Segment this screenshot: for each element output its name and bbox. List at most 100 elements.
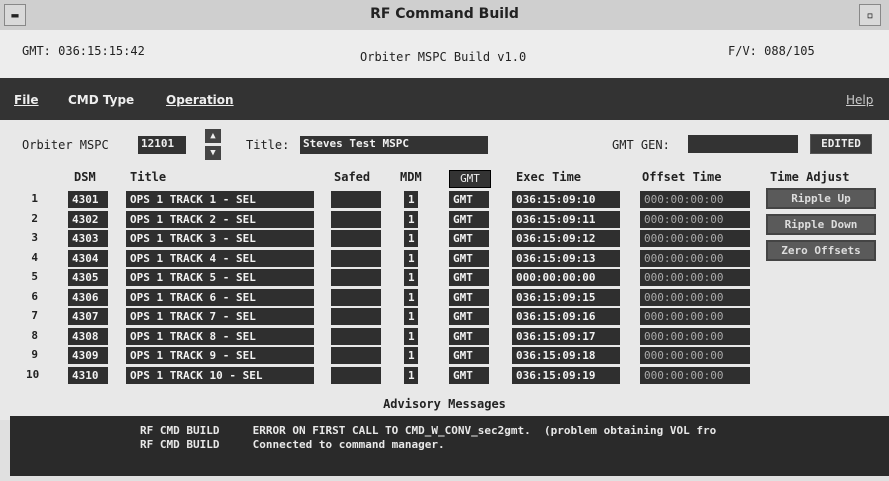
- offset-time-field[interactable]: 000:00:00:00: [640, 366, 750, 384]
- row-number: 10: [26, 367, 40, 381]
- gmt-button[interactable]: GMT: [449, 230, 489, 247]
- title-field[interactable]: OPS 1 TRACK 6 - SEL: [126, 288, 314, 306]
- flight-version: F/V: 088/105: [728, 44, 815, 58]
- menu-help[interactable]: Help: [846, 93, 873, 107]
- offset-time-field[interactable]: 000:00:00:00: [640, 347, 750, 364]
- menu-cmd-type[interactable]: CMD Type: [68, 93, 134, 107]
- zero-offsets-button[interactable]: Zero Offsets: [766, 240, 876, 261]
- gmt-button[interactable]: GMT: [449, 347, 489, 364]
- safed-field[interactable]: [331, 366, 381, 384]
- offset-time-field[interactable]: 000:00:00:00: [640, 288, 750, 306]
- title-field[interactable]: OPS 1 TRACK 1 - SEL: [126, 191, 314, 208]
- title-field[interactable]: OPS 1 TRACK 7 - SEL: [126, 308, 314, 325]
- dsm-field[interactable]: 4309: [68, 347, 108, 364]
- mdm-field[interactable]: 1: [404, 327, 418, 345]
- mdm-field[interactable]: 1: [404, 308, 418, 325]
- mdm-field[interactable]: 1: [404, 230, 418, 247]
- mdm-field[interactable]: 1: [404, 210, 418, 228]
- dsm-field[interactable]: 4307: [68, 308, 108, 325]
- exec-time-field[interactable]: 036:15:09:11: [512, 210, 620, 228]
- gmt-button[interactable]: GMT: [449, 308, 489, 325]
- table-row: 10 4310 OPS 1 TRACK 10 - SEL 1 GMT 036:15:09:…: [0, 366, 889, 386]
- safed-field[interactable]: [331, 230, 381, 247]
- dsm-field[interactable]: 4305: [68, 269, 108, 286]
- safed-field[interactable]: [331, 347, 381, 364]
- exec-time-field[interactable]: 036:15:09:10: [512, 191, 620, 208]
- dsm-field[interactable]: 4310: [68, 366, 108, 384]
- menu-file[interactable]: File: [14, 93, 39, 107]
- increment-up-button[interactable]: ▲: [205, 129, 221, 143]
- dsm-field[interactable]: 4306: [68, 288, 108, 306]
- title-field[interactable]: Steves Test MSPC: [300, 136, 488, 154]
- mdm-field[interactable]: 1: [404, 347, 418, 364]
- title-label: Title:: [246, 138, 290, 152]
- offset-time-field[interactable]: 000:00:00:00: [640, 249, 750, 267]
- title-bar[interactable]: ▬ RF Command Build ▫: [0, 0, 889, 31]
- gmt-button[interactable]: GMT: [449, 191, 489, 208]
- advisory-title: Advisory Messages: [383, 397, 506, 411]
- gmt-gen-field[interactable]: [688, 135, 798, 153]
- col-title-header: Title: [130, 170, 167, 184]
- exec-time-field[interactable]: 000:00:00:00: [512, 269, 620, 286]
- offset-time-field[interactable]: 000:00:00:00: [640, 191, 750, 208]
- row-number: 1: [31, 192, 38, 205]
- ripple-down-button[interactable]: Ripple Down: [766, 214, 876, 235]
- exec-time-field[interactable]: 036:15:09:19: [512, 366, 620, 384]
- gmt-button[interactable]: GMT: [449, 210, 489, 228]
- orbiter-mspc-field[interactable]: 12101: [138, 136, 186, 154]
- exec-time-field[interactable]: 036:15:09:15: [512, 288, 620, 306]
- menu-operation[interactable]: Operation: [166, 93, 234, 107]
- row-number: 5: [31, 270, 38, 283]
- col-gmt-header-button[interactable]: GMT: [449, 170, 491, 188]
- offset-time-field[interactable]: 000:00:00:00: [640, 269, 750, 286]
- row-number: 3: [31, 231, 38, 244]
- exec-time-field[interactable]: 036:15:09:17: [512, 327, 620, 345]
- title-field[interactable]: OPS 1 TRACK 10 - SEL: [126, 366, 314, 384]
- title-field[interactable]: OPS 1 TRACK 9 - SEL: [126, 347, 314, 364]
- dsm-field[interactable]: 4301: [68, 191, 108, 208]
- title-field[interactable]: OPS 1 TRACK 2 - SEL: [126, 210, 314, 228]
- arrow-up-icon: ▲: [210, 131, 216, 141]
- mdm-field[interactable]: 1: [404, 191, 418, 208]
- safed-field[interactable]: [331, 269, 381, 286]
- dsm-field[interactable]: 4303: [68, 230, 108, 247]
- gmt-button[interactable]: GMT: [449, 366, 489, 384]
- window-maximize-button[interactable]: ▫: [859, 4, 881, 26]
- increment-down-button[interactable]: ▼: [205, 146, 221, 160]
- dsm-field[interactable]: 4304: [68, 249, 108, 267]
- offset-time-field[interactable]: 000:00:00:00: [640, 308, 750, 325]
- mdm-field[interactable]: 1: [404, 366, 418, 384]
- title-field[interactable]: OPS 1 TRACK 5 - SEL: [126, 269, 314, 286]
- title-field[interactable]: OPS 1 TRACK 4 - SEL: [126, 249, 314, 267]
- mdm-field[interactable]: 1: [404, 288, 418, 306]
- safed-field[interactable]: [331, 308, 381, 325]
- dsm-field[interactable]: 4302: [68, 210, 108, 228]
- advisory-message-area[interactable]: RF CMD BUILD ERROR ON FIRST CALL TO CMD_…: [10, 416, 889, 476]
- offset-time-field[interactable]: 000:00:00:00: [640, 230, 750, 247]
- gmt-button[interactable]: GMT: [449, 288, 489, 306]
- safed-field[interactable]: [331, 288, 381, 306]
- safed-field[interactable]: [331, 327, 381, 345]
- mdm-field[interactable]: 1: [404, 269, 418, 286]
- exec-time-field[interactable]: 036:15:09:12: [512, 230, 620, 247]
- mdm-field[interactable]: 1: [404, 249, 418, 267]
- offset-time-field[interactable]: 000:00:00:00: [640, 210, 750, 228]
- exec-time-field[interactable]: 036:15:09:18: [512, 347, 620, 364]
- exec-time-field[interactable]: 036:15:09:13: [512, 249, 620, 267]
- col-safed-header: Safed: [334, 170, 371, 184]
- offset-time-field[interactable]: 000:00:00:00: [640, 327, 750, 345]
- dsm-field[interactable]: 4308: [68, 327, 108, 345]
- gmt-button[interactable]: GMT: [449, 249, 489, 267]
- safed-field[interactable]: [331, 249, 381, 267]
- table-row: 3 4303 OPS 1 TRACK 3 - SEL 1 GMT 036:15:09:12…: [0, 229, 889, 249]
- title-field[interactable]: OPS 1 TRACK 3 - SEL: [126, 230, 314, 247]
- ripple-up-button[interactable]: Ripple Up: [766, 188, 876, 209]
- gmt-button[interactable]: GMT: [449, 269, 489, 286]
- exec-time-field[interactable]: 036:15:09:16: [512, 308, 620, 325]
- safed-field[interactable]: [331, 210, 381, 228]
- title-field[interactable]: OPS 1 TRACK 8 - SEL: [126, 327, 314, 345]
- safed-field[interactable]: [331, 191, 381, 208]
- gmt-button[interactable]: GMT: [449, 327, 489, 345]
- orbiter-mspc-label: Orbiter MSPC: [22, 138, 109, 152]
- advisory-source: RF CMD BUILD: [140, 424, 220, 437]
